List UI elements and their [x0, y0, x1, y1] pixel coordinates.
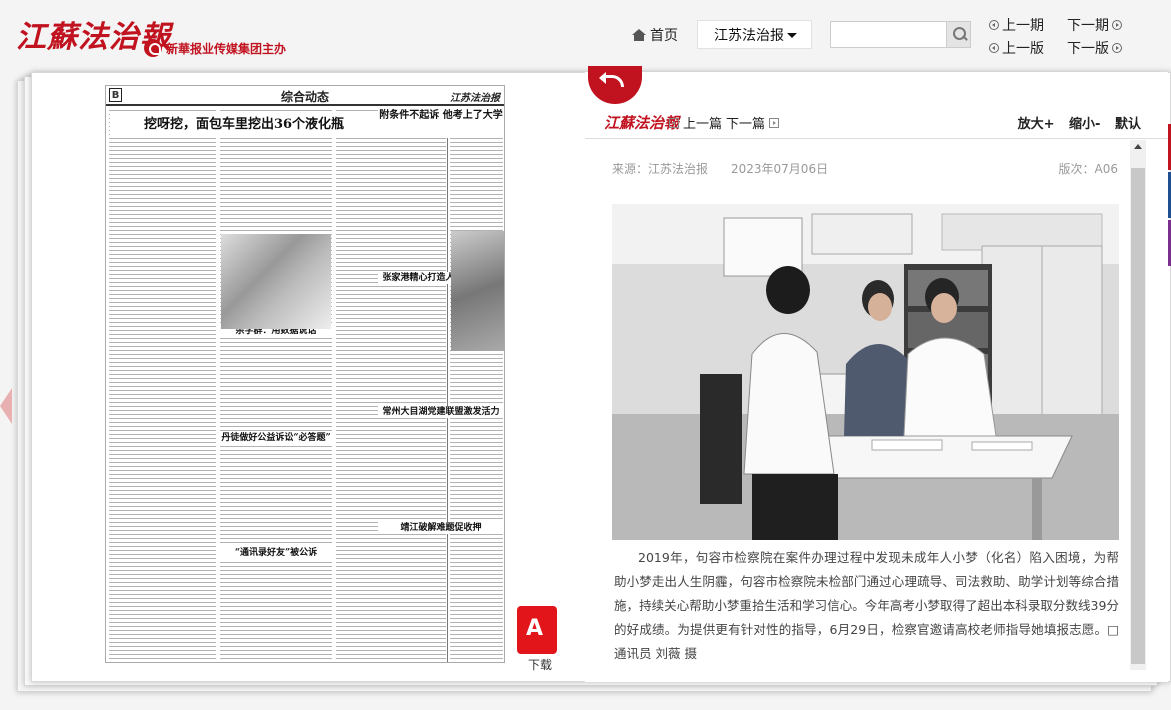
page-letter: B — [109, 88, 122, 102]
search-box — [830, 21, 971, 48]
prev-article-link[interactable]: 上一篇 — [683, 113, 722, 132]
article-edition: 版次：A06 — [1058, 162, 1118, 176]
paper-select-value: 江苏法治报 — [714, 27, 784, 44]
header-divider — [585, 138, 1168, 139]
news-headline[interactable]: 靖江破解难题促收押 — [378, 522, 504, 534]
pdf-download-button[interactable]: A — [517, 606, 557, 654]
home-icon — [632, 29, 646, 41]
next-circle-icon — [1112, 20, 1122, 30]
prev-issue-link[interactable]: 上一期 — [989, 15, 1044, 35]
prev-circle-icon — [989, 43, 999, 53]
home-label: 首页 — [650, 28, 678, 44]
scroll-up-arrow-icon[interactable] — [1134, 144, 1142, 149]
newspaper-page-header: B 综合动态 江苏法治报 — [106, 86, 504, 106]
newspaper-photo[interactable] — [451, 231, 504, 351]
zoom-in-button[interactable]: 放大+ — [1018, 117, 1055, 132]
newspaper-photo[interactable] — [221, 234, 331, 329]
article-source: 来源：江苏法治报 — [612, 162, 709, 176]
next-article-icon[interactable] — [769, 117, 780, 128]
pdf-icon: A — [526, 616, 544, 641]
news-headline[interactable]: “通讯录好友”被公诉 — [220, 546, 332, 560]
download-label: 下载 — [528, 658, 553, 672]
prev-page-label: 上一版 — [1002, 41, 1044, 57]
news-headline[interactable]: 丹徒做好公益诉讼“必答题” — [220, 431, 332, 445]
prev-page-arrow-icon[interactable] — [0, 388, 12, 424]
prev-circle-icon — [989, 20, 999, 30]
article-photo — [612, 204, 1119, 540]
article-logo: 江蘇法治報 — [604, 114, 680, 132]
photo-caption: 2019年，句容市检察院在案件办理过程中发现未成年人小梦（化名）陷入困境，为帮助… — [614, 550, 1119, 661]
column-divider — [447, 110, 448, 662]
search-input[interactable] — [831, 22, 947, 47]
next-issue-label: 下一期 — [1067, 18, 1109, 34]
text-column — [450, 110, 503, 660]
zoom-out-button[interactable]: 缩小- — [1069, 117, 1100, 132]
search-icon[interactable] — [946, 22, 970, 47]
prev-article-icon[interactable] — [669, 117, 679, 128]
scrollbar-thumb[interactable] — [1131, 168, 1145, 664]
next-page-link[interactable]: 下一版 — [1067, 38, 1122, 58]
article-panel: 江蘇法治報 上一篇 下一篇 放大+ 缩小- 默认 来源：江苏法治报 2023年0… — [585, 66, 1168, 682]
page-masthead: 江苏法治报 — [450, 93, 500, 104]
group-logo-text: 新華报业传媒集团主办 — [166, 41, 287, 56]
chevron-down-icon — [787, 33, 797, 38]
top-header: 江蘇法治報 新華报业传媒集团主办 首页 江苏法治报 上一期 下一期 上一版 下一… — [0, 0, 1171, 72]
news-headline[interactable]: 附条件不起诉 他考上了大学 — [378, 110, 504, 138]
next-circle-icon — [1112, 43, 1122, 53]
article-date: 2023年07月06日 — [731, 162, 829, 176]
text-column — [220, 110, 332, 660]
article-nav: 上一篇 下一篇 — [669, 113, 780, 132]
news-headline[interactable]: 挖呀挖，面包车里挖出36个液化瓶 — [110, 114, 378, 136]
news-headline[interactable]: 常州大目湖党建联盟激发活力 — [378, 406, 504, 418]
next-issue-link[interactable]: 下一期 — [1067, 15, 1122, 35]
prev-page-link[interactable]: 上一版 — [989, 38, 1044, 58]
prev-issue-label: 上一期 — [1002, 18, 1044, 34]
group-mark-icon — [144, 39, 162, 57]
zoom-controls: 放大+ 缩小- 默认 — [1008, 113, 1141, 132]
page-section-title: 综合动态 — [281, 90, 330, 104]
back-button[interactable] — [588, 66, 642, 104]
home-link[interactable]: 首页 — [632, 25, 678, 45]
return-arrow-icon — [599, 72, 624, 87]
group-logo: 新華报业传媒集团主办 — [144, 38, 286, 58]
zoom-default-button[interactable]: 默认 — [1115, 117, 1141, 132]
text-column — [109, 110, 216, 660]
text-column — [336, 110, 446, 660]
newspaper-page[interactable]: B 综合动态 江苏法治报 挖呀挖，面包车里挖出36个液化瓶 附条件不起诉 他考上… — [105, 85, 505, 663]
next-page-label: 下一版 — [1067, 41, 1109, 57]
next-article-link[interactable]: 下一篇 — [726, 113, 765, 132]
office-scene-illustration — [612, 204, 1119, 540]
paper-select-dropdown[interactable]: 江苏法治报 — [697, 20, 812, 49]
scrollbar[interactable] — [1130, 140, 1146, 670]
